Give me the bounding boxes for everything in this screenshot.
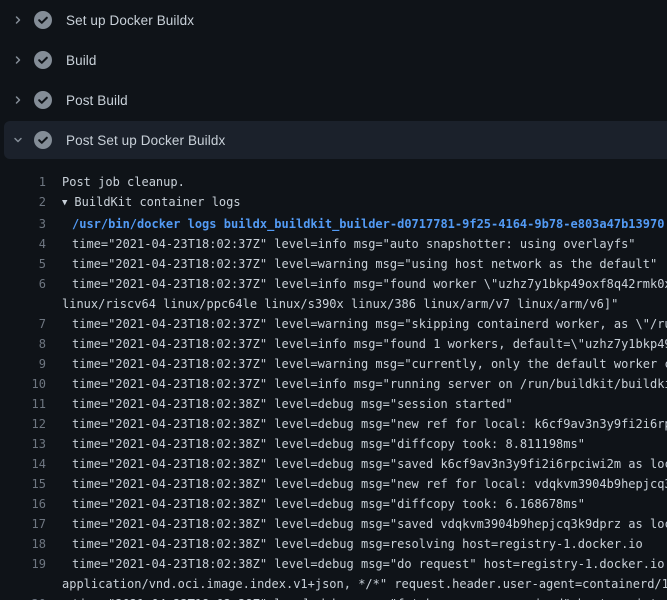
- step-label: Build: [66, 53, 97, 68]
- line-number[interactable]: 4: [0, 234, 46, 254]
- chevron-right-icon: [12, 14, 24, 26]
- log-text: time="2021-04-23T18:02:38Z" level=debug …: [62, 434, 667, 454]
- log-text: application/vnd.oci.image.index.v1+json,…: [62, 574, 667, 594]
- log-text: time="2021-04-23T18:02:38Z" level=debug …: [62, 554, 667, 574]
- line-number[interactable]: 17: [0, 514, 46, 534]
- step-row-setup-docker-buildx[interactable]: Set up Docker Buildx: [0, 0, 667, 40]
- log-text: time="2021-04-23T18:02:37Z" level=info m…: [62, 374, 667, 394]
- line-number[interactable]: 19: [0, 554, 46, 574]
- step-label: Post Set up Docker Buildx: [66, 133, 225, 148]
- log-text: time="2021-04-23T18:02:37Z" level=warnin…: [62, 354, 667, 374]
- log-line: 20 time="2021-04-23T18:02:38Z" level=debu…: [0, 594, 667, 600]
- line-number[interactable]: 11: [0, 394, 46, 414]
- log-text: time="2021-04-23T18:02:38Z" level=debug …: [62, 534, 667, 554]
- log-text: time="2021-04-23T18:02:37Z" level=warnin…: [62, 314, 667, 334]
- log-line: linux/riscv64 linux/ppc64le linux/s390x …: [0, 294, 667, 314]
- log-line: 5 time="2021-04-23T18:02:37Z" level=warni…: [0, 254, 667, 274]
- log-text: time="2021-04-23T18:02:37Z" level=info m…: [62, 274, 667, 294]
- line-number[interactable]: 1: [0, 172, 46, 192]
- log-text: time="2021-04-23T18:02:37Z" level=info m…: [62, 234, 667, 254]
- log-text: time="2021-04-23T18:02:38Z" level=debug …: [62, 494, 667, 514]
- chevron-down-icon: [12, 134, 24, 146]
- log-command-text: /usr/bin/docker logs buildx_buildkit_bui…: [62, 214, 667, 234]
- log-line: 18 time="2021-04-23T18:02:38Z" level=debu…: [0, 534, 667, 554]
- chevron-right-icon: [12, 54, 24, 66]
- line-number[interactable]: 14: [0, 454, 46, 474]
- line-number[interactable]: 18: [0, 534, 46, 554]
- log-text: Post job cleanup.: [62, 172, 667, 192]
- line-number[interactable]: 3: [0, 214, 46, 234]
- log-line: 16 time="2021-04-23T18:02:38Z" level=debu…: [0, 494, 667, 514]
- log-line: 1 Post job cleanup.: [0, 172, 667, 192]
- log-line: 6 time="2021-04-23T18:02:37Z" level=info …: [0, 274, 667, 294]
- log-text: time="2021-04-23T18:02:38Z" level=debug …: [62, 514, 667, 534]
- check-circle-icon: [34, 51, 52, 69]
- line-number[interactable]: 9: [0, 354, 46, 374]
- job-steps-list: Set up Docker Buildx Build Post Build Po…: [0, 0, 667, 159]
- line-number[interactable]: 6: [0, 274, 46, 294]
- line-number[interactable]: 15: [0, 474, 46, 494]
- step-row-post-build[interactable]: Post Build: [0, 80, 667, 120]
- line-number[interactable]: 2: [0, 192, 46, 214]
- log-line: 4 time="2021-04-23T18:02:37Z" level=info …: [0, 234, 667, 254]
- log-line: 2 ▼BuildKit container logs: [0, 192, 667, 214]
- log-text: time="2021-04-23T18:02:38Z" level=debug …: [62, 474, 667, 494]
- log-line: 17 time="2021-04-23T18:02:38Z" level=debu…: [0, 514, 667, 534]
- log-text: time="2021-04-23T18:02:37Z" level=info m…: [62, 334, 667, 354]
- log-line: 15 time="2021-04-23T18:02:38Z" level=debu…: [0, 474, 667, 494]
- log-line: 3/usr/bin/docker logs buildx_buildkit_bu…: [0, 214, 667, 234]
- collapse-triangle-icon[interactable]: ▼: [62, 193, 67, 213]
- log-line: 10 time="2021-04-23T18:02:37Z" level=info…: [0, 374, 667, 394]
- line-number[interactable]: 8: [0, 334, 46, 354]
- step-label: Set up Docker Buildx: [66, 13, 194, 28]
- log-line: 14 time="2021-04-23T18:02:38Z" level=debu…: [0, 454, 667, 474]
- check-circle-icon: [34, 11, 52, 29]
- log-line: 13 time="2021-04-23T18:02:38Z" level=debu…: [0, 434, 667, 454]
- line-number: [0, 294, 46, 314]
- line-number[interactable]: 5: [0, 254, 46, 274]
- log-line: 9 time="2021-04-23T18:02:37Z" level=warni…: [0, 354, 667, 374]
- chevron-right-icon: [12, 94, 24, 106]
- log-line: 7 time="2021-04-23T18:02:37Z" level=warni…: [0, 314, 667, 334]
- log-line: 11 time="2021-04-23T18:02:38Z" level=debu…: [0, 394, 667, 414]
- step-label: Post Build: [66, 93, 128, 108]
- log-text: linux/riscv64 linux/ppc64le linux/s390x …: [62, 294, 667, 314]
- check-circle-icon: [34, 91, 52, 109]
- check-circle-icon: [34, 131, 52, 149]
- line-number: [0, 574, 46, 594]
- log-line: application/vnd.oci.image.index.v1+json,…: [0, 574, 667, 594]
- line-number[interactable]: 13: [0, 434, 46, 454]
- log-line: 12 time="2021-04-23T18:02:38Z" level=debu…: [0, 414, 667, 434]
- log-lines: 1 Post job cleanup. 2 ▼BuildKit container l…: [0, 160, 667, 600]
- line-number[interactable]: 20: [0, 594, 46, 600]
- step-row-post-setup-docker-buildx[interactable]: Post Set up Docker Buildx: [4, 121, 667, 159]
- line-number[interactable]: 12: [0, 414, 46, 434]
- line-number[interactable]: 10: [0, 374, 46, 394]
- log-line: 8 time="2021-04-23T18:02:37Z" level=info …: [0, 334, 667, 354]
- log-line: 19 time="2021-04-23T18:02:38Z" level=debu…: [0, 554, 667, 574]
- log-text: time="2021-04-23T18:02:38Z" level=debug …: [62, 414, 667, 434]
- line-number[interactable]: 16: [0, 494, 46, 514]
- log-text: time="2021-04-23T18:02:38Z" level=debug …: [62, 594, 667, 600]
- line-number[interactable]: 7: [0, 314, 46, 334]
- log-text: time="2021-04-23T18:02:37Z" level=warnin…: [62, 254, 667, 274]
- log-text[interactable]: ▼BuildKit container logs: [62, 192, 667, 214]
- step-row-build[interactable]: Build: [0, 40, 667, 80]
- log-text: time="2021-04-23T18:02:38Z" level=debug …: [62, 454, 667, 474]
- log-text: time="2021-04-23T18:02:38Z" level=debug …: [62, 394, 667, 414]
